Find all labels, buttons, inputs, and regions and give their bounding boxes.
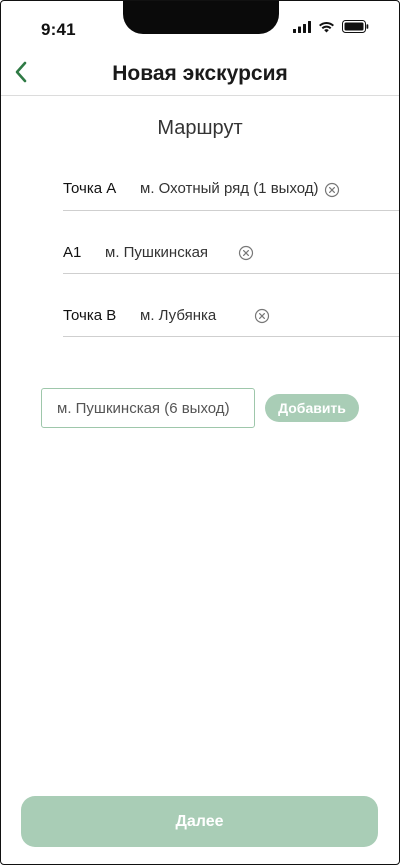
route-point-row: А1 м. Пушкинская	[63, 211, 399, 274]
wifi-icon	[318, 20, 335, 38]
status-icons	[293, 20, 369, 38]
route-point-label: А1	[63, 244, 82, 261]
route-point-row: Точка B м. Лубянка	[63, 274, 399, 337]
route-point-label: Точка B	[63, 307, 117, 324]
route-point-row: Точка А м. Охотный ряд (1 выход)	[63, 167, 399, 211]
route-point-label: Точка А	[63, 180, 117, 197]
next-button[interactable]: Далее	[21, 796, 378, 847]
clear-circle-x-icon[interactable]	[324, 182, 340, 198]
battery-icon	[342, 20, 369, 38]
status-time: 9:41	[41, 20, 76, 39]
phone-screen: 9:41 Новая экскурсия Маршрут Точка А м. …	[0, 0, 400, 865]
route-point-value: м. Пушкинская	[105, 244, 209, 261]
add-point-input[interactable]	[41, 388, 255, 428]
status-bar: 9:41	[1, 1, 399, 53]
app-header: Новая экскурсия	[1, 53, 399, 96]
route-point-value: м. Лубянка	[140, 307, 217, 324]
clear-circle-x-icon[interactable]	[238, 245, 254, 261]
add-point-button[interactable]: Добавить	[265, 394, 359, 422]
clear-circle-x-icon[interactable]	[254, 308, 270, 324]
route-point-value: м. Охотный ряд (1 выход)	[140, 180, 319, 197]
device-notch	[123, 1, 279, 34]
page-title: Новая экскурсия	[112, 62, 288, 85]
route-section-title: Маршрут	[157, 117, 243, 139]
route-list: Точка А м. Охотный ряд (1 выход) А1 м. П…	[63, 167, 399, 337]
cellular-signal-icon	[293, 20, 311, 38]
